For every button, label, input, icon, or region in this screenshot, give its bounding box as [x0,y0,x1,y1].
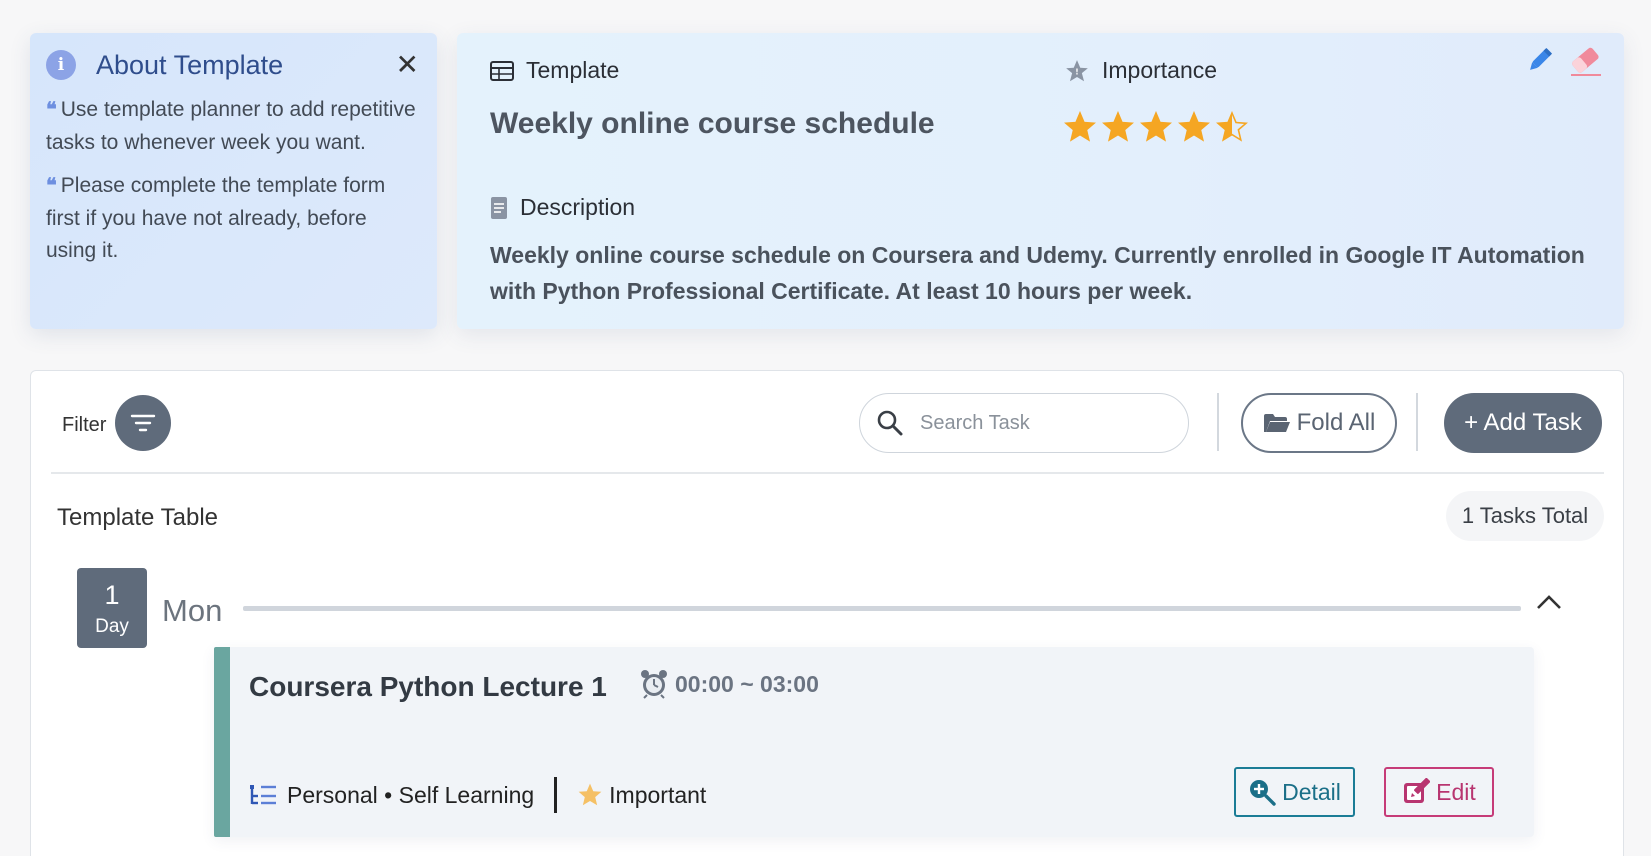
edit-square-icon [1402,778,1431,806]
star-full-icon [1178,111,1210,142]
edit-button[interactable]: Edit [1384,767,1494,817]
tasks-total-badge: 1 Tasks Total [1446,491,1604,541]
day-divider [243,606,1521,611]
task-category: Personal • Self Learning [287,781,535,808]
detail-button[interactable]: Detail [1234,767,1355,817]
search-box [859,393,1189,453]
day-unit: Day [95,616,129,637]
template-label: Template [526,57,620,83]
toolbar-divider [1217,393,1219,451]
folder-open-icon [1263,412,1291,434]
template-info-panel: Template Weekly online course schedule !… [457,33,1624,329]
day-badge: 1 Day [77,568,147,648]
task-importance: Important [609,781,707,808]
task-meta: Personal • Self Learning Important [249,777,706,813]
filter-label: Filter [62,414,107,436]
filter-icon [130,414,156,432]
template-name: Weekly online course schedule [490,107,935,140]
quote-icon: ❝ [46,97,57,121]
about-template-panel: i About Template ✕ ❝ Use template planner… [30,33,437,329]
alarm-clock-icon [639,669,669,699]
day-name: Mon [162,593,223,628]
star-full-icon [1140,111,1172,142]
task-card: Coursera Python Lecture 1 00:00 ~ 03:00 … [214,647,1534,837]
table-title: Template Table [57,504,218,531]
star-half-icon [1216,111,1248,142]
document-icon [490,196,508,220]
close-icon[interactable]: ✕ [396,51,419,79]
description-label-row: Description [490,194,635,221]
description-label: Description [520,194,636,220]
star-badge-icon: ! [1064,58,1090,84]
fold-all-button[interactable]: Fold All [1241,393,1397,453]
chevron-up-icon[interactable] [1536,593,1562,616]
category-tree-icon [249,783,277,807]
edit-label: Edit [1436,778,1476,805]
toolbar-separator [51,472,1604,474]
star-icon [577,782,603,808]
task-accent-bar [214,647,230,837]
detail-label: Detail [1282,778,1341,805]
about-header: i About Template ✕ [46,47,421,83]
about-paragraph: ❝ Please complete the template form first… [46,173,386,262]
filter-button[interactable] [115,395,171,451]
template-table-card: Filter Fold All + Add Task Template Tabl… [30,370,1624,856]
pencil-icon[interactable] [1525,45,1555,80]
about-paragraph: ❝ Use template planner to add repetitive … [46,97,416,154]
svg-text:!: ! [1075,67,1078,76]
day-number: 1 [104,580,120,610]
search-icon [877,410,903,436]
quote-icon: ❝ [46,173,57,197]
toolbar-divider [1416,393,1418,451]
importance-stars [1064,111,1248,143]
about-title: About Template [96,49,284,80]
importance-label-row: ! Importance [1064,57,1217,84]
eraser-icon[interactable] [1567,45,1605,82]
task-title: Coursera Python Lecture 1 [249,671,607,702]
meta-divider [554,777,558,813]
task-time-range: 00:00 ~ 03:00 [675,670,819,697]
zoom-in-icon [1248,778,1276,806]
star-full-icon [1102,111,1134,142]
importance-label: Importance [1102,57,1218,83]
info-icon: i [46,50,76,80]
search-input[interactable] [920,411,1150,435]
template-description: Weekly online course schedule on Courser… [490,242,1585,304]
table-icon [490,60,514,82]
fold-all-label: Fold All [1296,409,1376,436]
task-time: 00:00 ~ 03:00 [639,669,819,699]
add-task-button[interactable]: + Add Task [1444,393,1602,453]
template-label-row: Template [490,57,619,84]
star-full-icon [1064,111,1096,142]
